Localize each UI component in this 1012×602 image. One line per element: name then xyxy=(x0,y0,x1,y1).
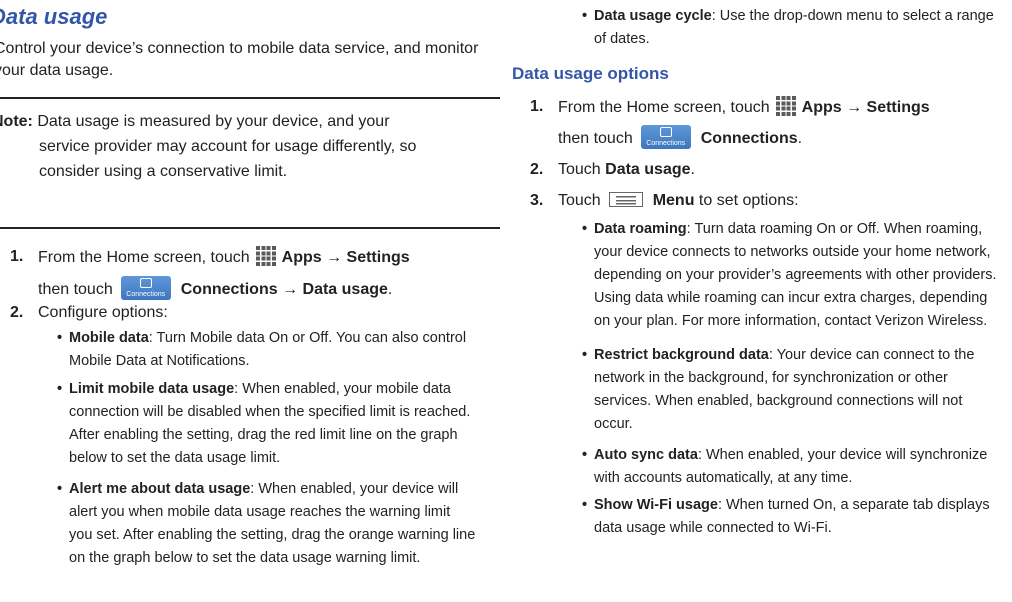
page-title: Data usage xyxy=(0,4,108,29)
connections-icon: Connections xyxy=(120,276,171,300)
connections-icon: Connections xyxy=(640,125,691,149)
note-label: Note: xyxy=(0,113,33,130)
apps-grid-icon xyxy=(255,246,276,266)
options-section-title: Data usage options xyxy=(512,64,669,83)
note-box: Note: Data usage is measured by your dev… xyxy=(0,97,500,229)
menu-icon xyxy=(608,192,643,207)
intro-paragraph: Control your device’s connection to mobi… xyxy=(0,40,479,79)
apps-grid-icon xyxy=(775,96,796,116)
note-text: Note: Data usage is measured by your dev… xyxy=(0,109,490,184)
